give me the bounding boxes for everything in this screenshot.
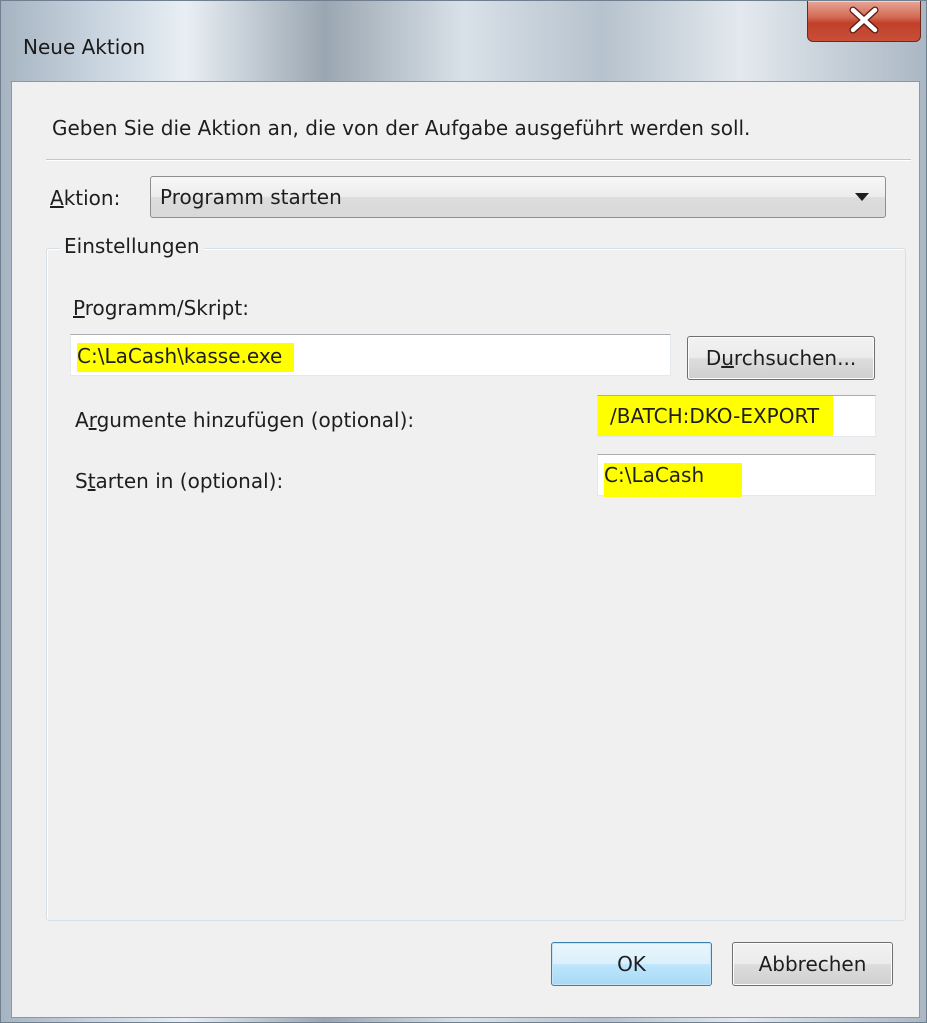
start-in-label: Starten in (optional): [75, 469, 284, 493]
action-label: Aktion: [50, 186, 121, 210]
close-icon [849, 6, 879, 34]
arguments-input[interactable]: /BATCH:DKO-EXPORT [597, 395, 876, 437]
program-script-input[interactable]: C:\LaCash\kasse.exe [70, 334, 671, 376]
start-in-value: C:\LaCash [604, 463, 743, 497]
start-in-input[interactable]: C:\LaCash [597, 454, 876, 497]
chevron-down-icon [855, 193, 869, 201]
program-script-label: Programm/Skript: [73, 296, 249, 320]
separator-line [46, 159, 911, 161]
instruction-text: Geben Sie die Aktion an, die von der Auf… [52, 116, 751, 140]
title-bar[interactable]: Neue Aktion [1, 1, 926, 81]
close-button[interactable] [807, 1, 921, 42]
program-script-value: C:\LaCash\kasse.exe [77, 343, 295, 372]
dialog-window: Neue Aktion Geben Sie die Aktion an, die… [0, 0, 927, 1023]
action-dropdown[interactable]: Programm starten [150, 176, 886, 218]
action-dropdown-value: Programm starten [160, 185, 342, 209]
arguments-value: /BATCH:DKO-EXPORT [598, 396, 834, 436]
browse-button[interactable]: Durchsuchen... [687, 336, 875, 380]
ok-button[interactable]: OK [551, 942, 712, 986]
window-title: Neue Aktion [23, 35, 146, 59]
dialog-client-area: Geben Sie die Aktion an, die von der Auf… [11, 81, 920, 1018]
arguments-label: Argumente hinzufügen (optional): [75, 408, 415, 432]
settings-groupbox-label: Einstellungen [60, 234, 204, 258]
cancel-button[interactable]: Abbrechen [732, 942, 893, 986]
